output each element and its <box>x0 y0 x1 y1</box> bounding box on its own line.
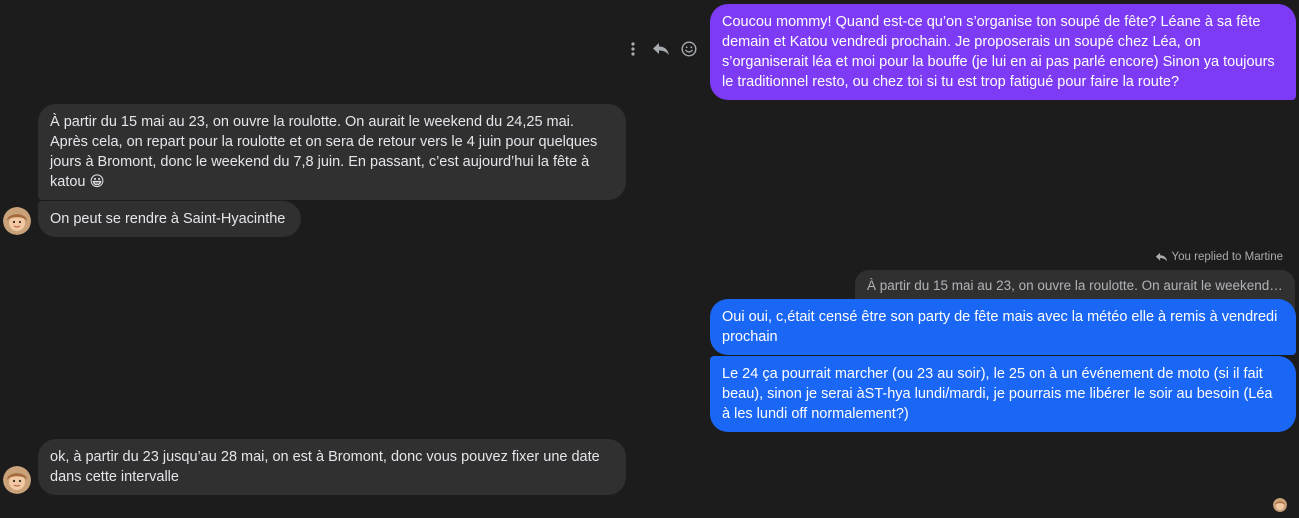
seen-receipt-avatar <box>1273 498 1287 512</box>
avatar[interactable] <box>3 207 31 235</box>
message-bubble-outgoing[interactable]: Coucou mommy! Quand est-ce qu’on s’organ… <box>710 4 1296 100</box>
message-bubble-incoming[interactable]: On peut se rendre à Saint-Hyacinthe <box>38 201 301 237</box>
reply-indicator-icon <box>1155 252 1167 262</box>
message-bubble-incoming[interactable]: ok, à partir du 23 jusqu’au 28 mai, on e… <box>38 439 626 495</box>
avatar[interactable] <box>3 466 31 494</box>
quoted-text: À partir du 15 mai au 23, on ouvre la ro… <box>867 278 1295 293</box>
reply-indicator: You replied to Martine <box>1155 251 1283 263</box>
message-bubble-incoming[interactable]: À partir du 15 mai au 23, on ouvre la ro… <box>38 104 626 200</box>
reply-icon[interactable] <box>652 40 670 58</box>
message-text: On peut se rendre à Saint-Hyacinthe <box>50 211 286 227</box>
message-bubble-outgoing[interactable]: Oui oui, c,était censé être son party de… <box>710 299 1296 355</box>
react-emoji-icon[interactable] <box>680 40 698 58</box>
message-text: ok, à partir du 23 jusqu’au 28 mai, on e… <box>50 449 600 485</box>
more-options-icon[interactable] <box>624 40 642 58</box>
message-text: Le 24 ça pourrait marcher (ou 23 au soir… <box>722 366 1273 422</box>
message-actions <box>624 40 698 58</box>
message-text: Oui oui, c,était censé être son party de… <box>722 309 1278 345</box>
message-text: Coucou mommy! Quand est-ce qu’on s’organ… <box>722 14 1275 90</box>
reply-indicator-label: You replied to Martine <box>1171 251 1283 263</box>
grinning-emoji: 😀 <box>89 174 105 190</box>
message-text: À partir du 15 mai au 23, on ouvre la ro… <box>50 114 598 190</box>
message-bubble-outgoing[interactable]: Le 24 ça pourrait marcher (ou 23 au soir… <box>710 356 1296 432</box>
